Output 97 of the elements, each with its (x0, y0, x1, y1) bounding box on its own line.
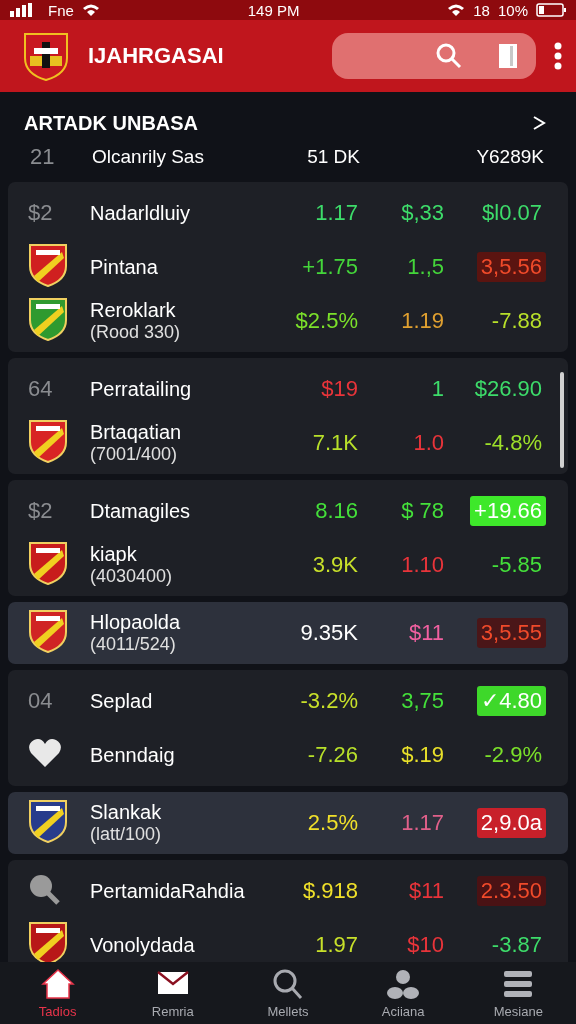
crest-icon (28, 418, 68, 464)
home-icon (40, 967, 75, 1000)
value-text: $.918 (301, 877, 359, 905)
item-name: PertamidaRahdia (90, 879, 246, 903)
carrier-name: Fne (48, 1, 74, 19)
value-text: $.19 (400, 741, 445, 769)
item-name: Perratailing (90, 377, 193, 401)
status-indicator: 18 (473, 1, 490, 19)
column-value: 51 DK (307, 146, 360, 168)
heart-icon (28, 737, 62, 769)
nav-tab[interactable]: Tadios (12, 967, 103, 1019)
item-detail: (latt/100) (90, 824, 163, 845)
book-icon[interactable] (498, 43, 518, 69)
wifi-icon (81, 3, 100, 17)
item-detail: (4011/524) (90, 634, 177, 655)
value-text: 7.1K (311, 429, 359, 457)
item-name: kiapk (90, 543, 138, 566)
value-text: -3.2% (299, 687, 359, 715)
column-name: Olcanrily Sas (92, 146, 205, 168)
value-text: $2.5% (294, 307, 359, 335)
value-tag: 3,5.56 (476, 252, 546, 282)
crest-icon (28, 920, 68, 962)
value-text: -3.87 (490, 931, 543, 959)
value-text: 1.17 (400, 809, 445, 837)
value-text: 1.,5 (406, 253, 445, 281)
value-text: 1.97 (314, 931, 359, 959)
value-text: 1.17 (314, 199, 359, 227)
clock-time: 149 PM (246, 1, 301, 19)
item-detail: (Rood 330) (90, 322, 182, 343)
value-text: 2.5% (306, 809, 359, 837)
battery-icon (536, 3, 566, 17)
item-detail: (7001/400) (90, 444, 179, 465)
item-name: Dtamagiles (90, 499, 192, 523)
nav-tab[interactable]: Mesiane (473, 967, 564, 1019)
value-text: -7.88 (490, 307, 543, 335)
value-text: -5.85 (490, 551, 543, 579)
row-number: $2 (28, 200, 53, 225)
item-name: Benndaig (90, 743, 176, 767)
item-name: Hlopaolda (90, 611, 182, 634)
value-text: $10 (406, 931, 445, 959)
value-text: 9.35K (299, 619, 359, 647)
column-value: Y6289K (476, 146, 544, 168)
wifi-icon (447, 3, 466, 17)
item-name: Reroklark (90, 299, 177, 322)
search-icon[interactable] (436, 43, 462, 69)
battery-percent: 10% (497, 1, 528, 19)
item-name: Slankak (90, 801, 163, 824)
shield-logo (22, 30, 70, 82)
value-text: $11 (407, 619, 445, 647)
value-text: 1.19 (400, 307, 445, 335)
value-text: 1 (430, 375, 445, 403)
crest-icon (28, 242, 68, 288)
value-text: -4.8% (483, 429, 543, 457)
item-name: Pintana (90, 255, 159, 279)
crest-icon (28, 798, 68, 844)
value-text: 1.0 (412, 429, 445, 457)
item-name: Brtaqatian (90, 421, 183, 444)
value-tag: 2,9.0a (476, 808, 546, 838)
value-tag: +19.66 (470, 496, 546, 526)
row-number: 64 (28, 376, 53, 401)
value-text: -7.26 (306, 741, 359, 769)
row-number: 04 (28, 688, 53, 713)
crest-icon (28, 540, 68, 586)
row-number: $2 (28, 498, 53, 523)
value-text: 3,75 (400, 687, 445, 715)
nav-tab[interactable]: Aciiana (358, 967, 449, 1019)
value-text: $ 78 (400, 497, 445, 525)
item-name: Seplad (90, 689, 154, 713)
value-text: 1.10 (400, 551, 445, 579)
value-text: 8.16 (314, 497, 359, 525)
search-field[interactable] (332, 33, 536, 79)
item-name: Vonolydada (90, 933, 196, 957)
row-number: 21 (30, 144, 56, 170)
value-text: $26.90 (473, 375, 543, 403)
value-text: 3.9K (311, 551, 359, 579)
magnifier-icon (28, 873, 62, 905)
value-tag: 2.3.50 (476, 876, 546, 906)
value-text: $,33 (400, 199, 445, 227)
value-tag: 3,5.55 (476, 618, 546, 648)
value-text: $19 (320, 375, 359, 403)
value-text: -2.9% (483, 741, 543, 769)
section-title: ARTADK UNBASA (24, 111, 199, 135)
value-text: $l0.07 (481, 199, 543, 227)
chevron-right-icon[interactable] (532, 115, 546, 131)
crest-icon (28, 296, 68, 342)
app-title: IJAHRGASAI (88, 43, 225, 69)
people-icon (386, 967, 421, 1000)
item-detail: (4030400) (90, 566, 174, 587)
value-tag: ✓4.80 (477, 686, 546, 716)
item-name: Nadarldluiy (90, 201, 192, 225)
value-text: $11 (407, 877, 445, 905)
scrollbar[interactable] (560, 372, 564, 468)
more-menu-icon[interactable] (554, 42, 562, 70)
crest-icon (28, 608, 68, 654)
value-text: +1.75 (301, 253, 359, 281)
nav-tab[interactable]: Mellets (242, 967, 333, 1019)
nav-tab[interactable]: Remria (127, 967, 218, 1019)
